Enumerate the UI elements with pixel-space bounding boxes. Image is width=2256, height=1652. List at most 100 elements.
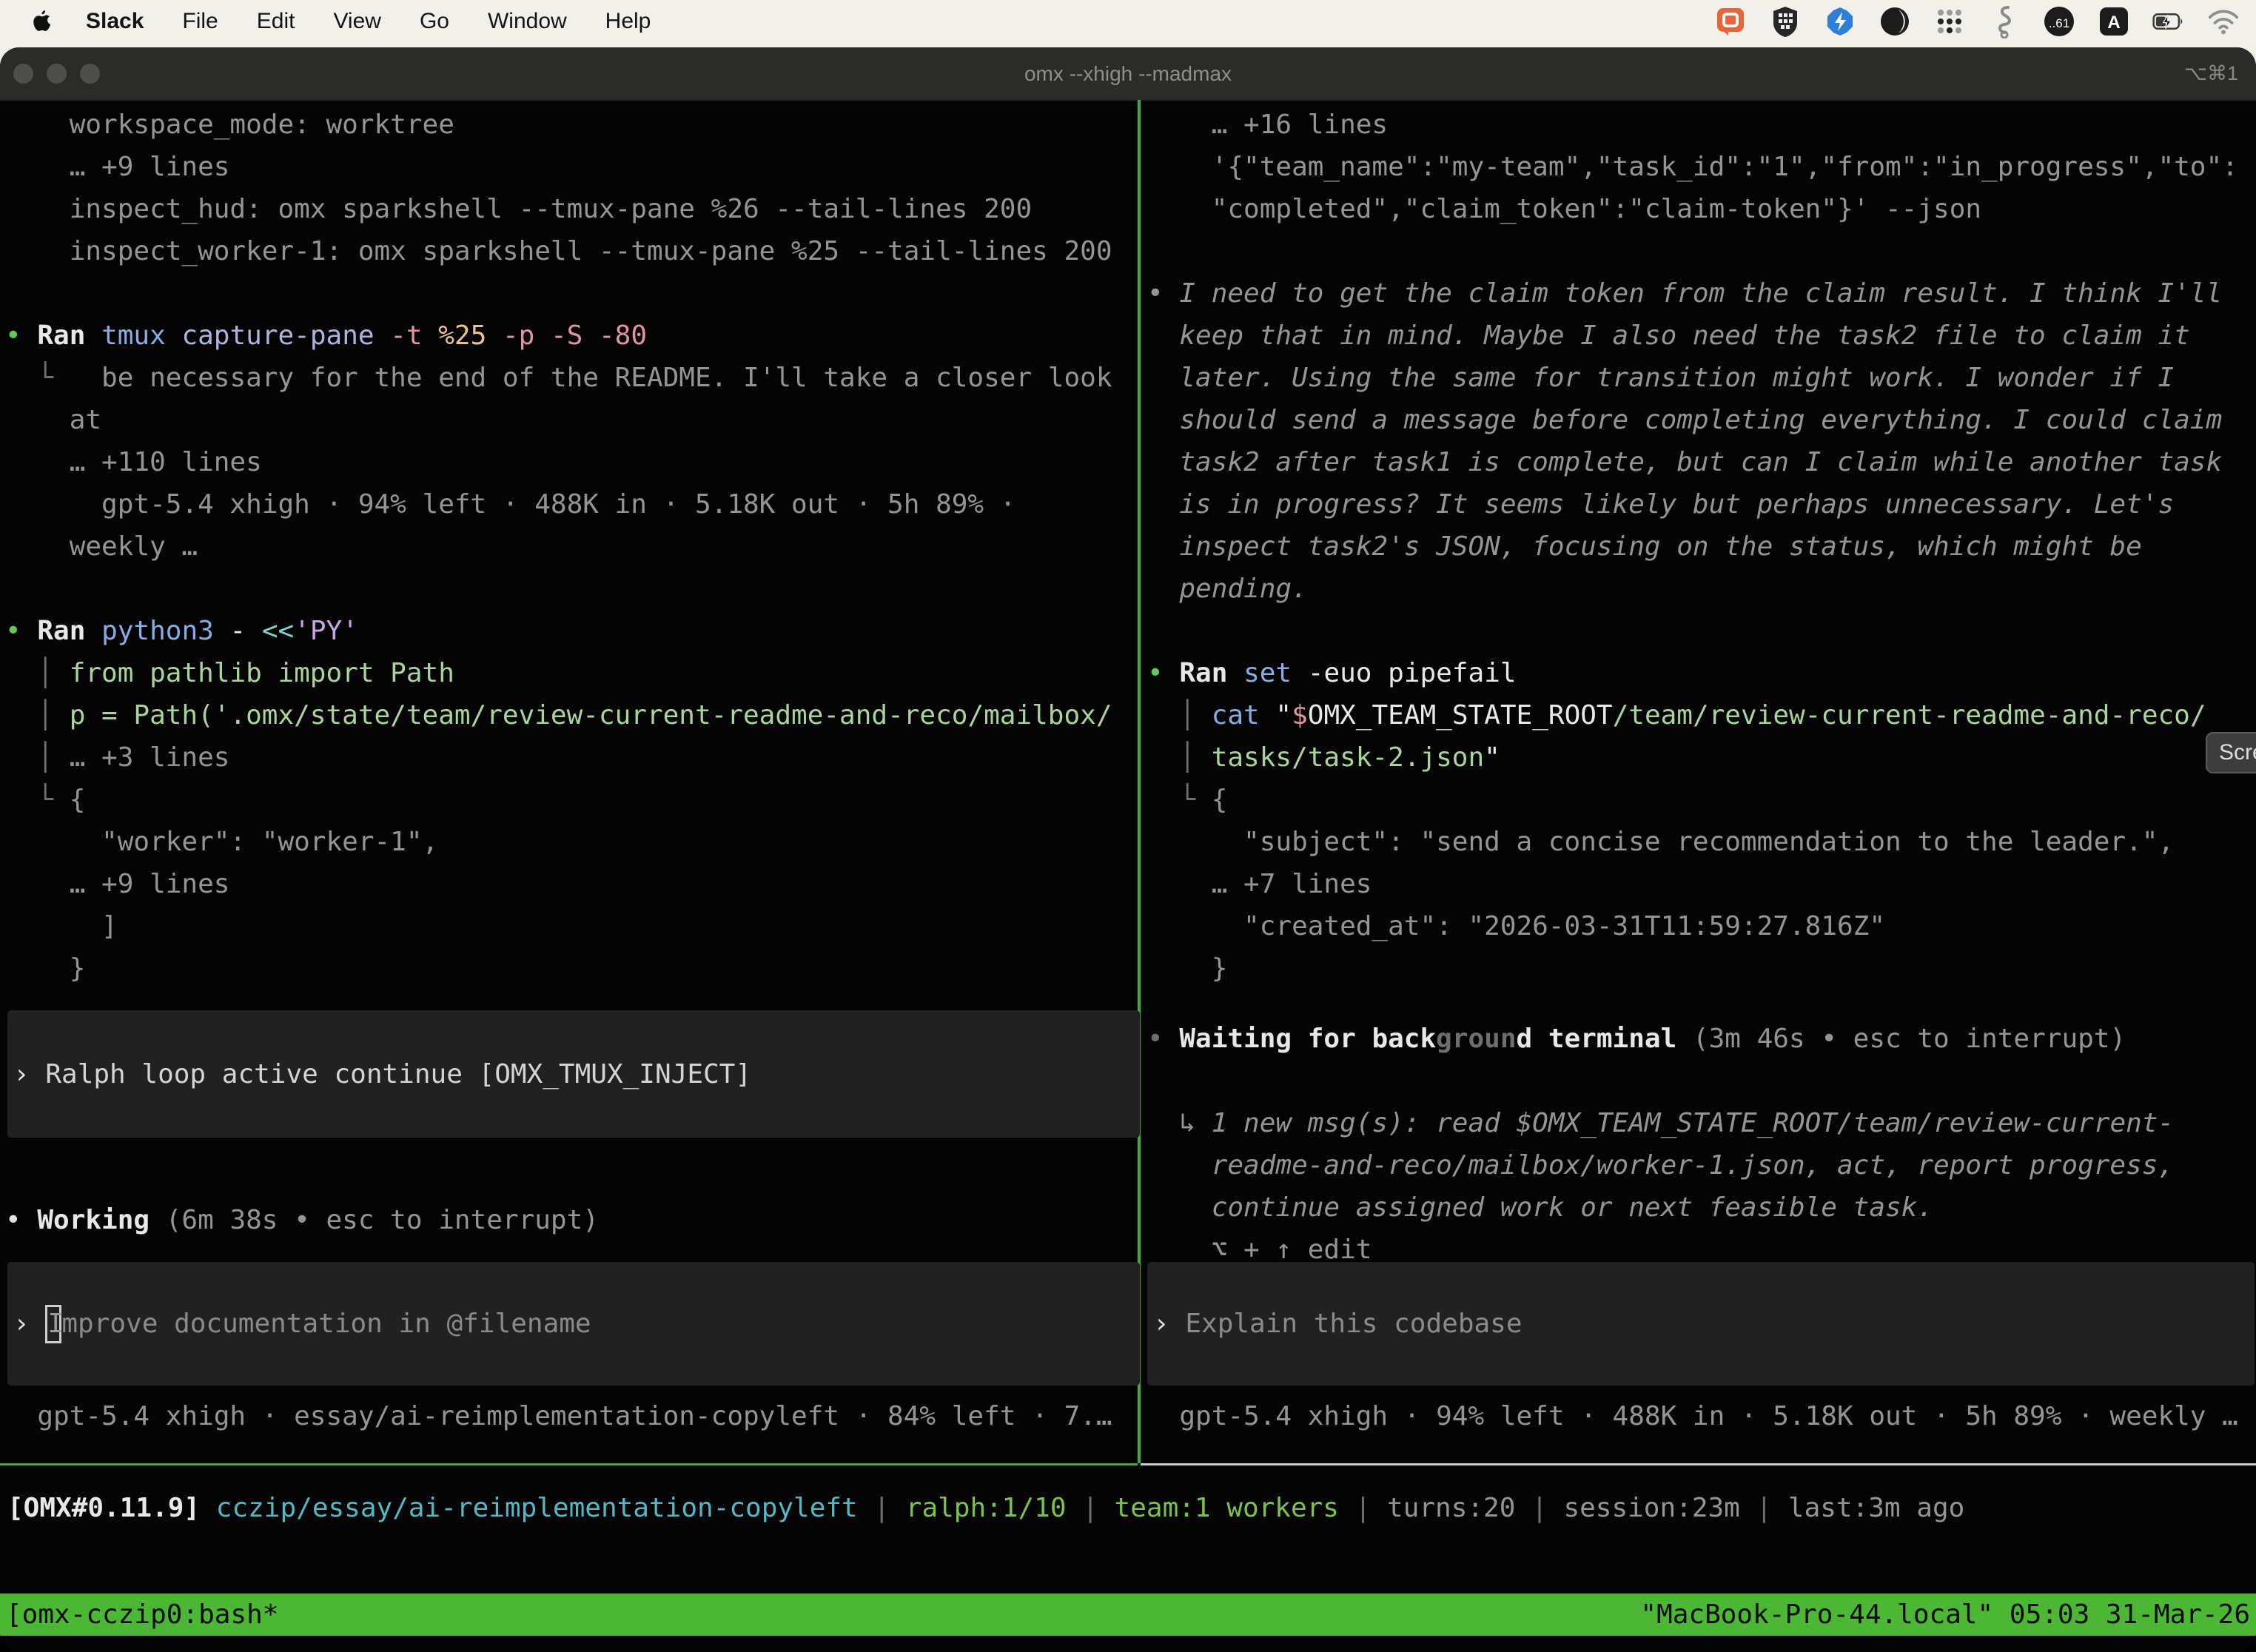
text-segment: • bbox=[5, 1205, 37, 1235]
text-segment: d terminal bbox=[1517, 1024, 1677, 1054]
text-segment: at bbox=[5, 405, 101, 435]
terminal-line: } bbox=[5, 947, 1132, 990]
terminal-line: inspect task2's JSON, focusing on the st… bbox=[1147, 526, 2252, 568]
text-segment: << bbox=[262, 616, 294, 646]
text-segment: last:3m ago bbox=[1788, 1493, 1964, 1523]
text-segment: pending. bbox=[1147, 574, 1308, 604]
text-segment: (6m 38s • esc to interrupt) bbox=[150, 1205, 599, 1235]
text-segment: gpt-5.4 xhigh · 94% left · 488K in · 5.1… bbox=[1147, 1401, 2238, 1431]
text-segment: Ran bbox=[37, 616, 85, 646]
text-segment: p = Path('.omx/state/team/review-current… bbox=[70, 700, 1112, 731]
screen-notification-popup[interactable]: Scre bbox=[2206, 732, 2256, 773]
text-segment: python3 bbox=[101, 616, 214, 646]
text-segment: cczip/essay/ai-reimplementation-copyleft bbox=[216, 1493, 858, 1523]
shield-grid-icon[interactable] bbox=[1769, 5, 1802, 38]
terminal-line: • Waiting for background terminal (3m 46… bbox=[1147, 1018, 2252, 1060]
menu-item-file[interactable]: File bbox=[182, 9, 218, 34]
terminal-line: '{"team_name":"my-team","task_id":"1","f… bbox=[1147, 146, 2252, 188]
text-segment: - bbox=[214, 616, 262, 646]
terminal-line: • Ran python3 - <<'PY' bbox=[5, 610, 1132, 652]
right-prompt-input[interactable]: › Explain this codebase bbox=[1147, 1262, 2255, 1386]
input-source-a-icon[interactable]: A bbox=[2098, 5, 2130, 38]
left-pane-scrollback: workspace_mode: worktree … +9 lines insp… bbox=[5, 104, 1132, 990]
text-segment: '{"team_name":"my-team","task_id":"1","f… bbox=[1147, 152, 2238, 182]
terminal-line bbox=[1147, 230, 2252, 272]
menu-item-go[interactable]: Go bbox=[420, 9, 449, 34]
apple-menu-icon[interactable] bbox=[31, 9, 52, 34]
text-segment: set bbox=[1243, 658, 1292, 688]
menu-item-view[interactable]: View bbox=[333, 9, 380, 34]
text-segment: $ bbox=[1292, 700, 1308, 731]
text-segment: OMX_TEAM_STATE_ROOT bbox=[1308, 700, 1613, 731]
terminal-line bbox=[5, 568, 1132, 610]
menu-item-window[interactable]: Window bbox=[488, 9, 567, 34]
text-segment: gpt-5.4 xhigh · 94% left · 488K in · 5.1… bbox=[5, 489, 1015, 520]
text-segment: | bbox=[858, 1493, 906, 1523]
text-segment: "created_at": "2026-03-31T11:59:27.816Z" bbox=[1147, 911, 1885, 941]
terminal-line: } bbox=[1147, 947, 2252, 990]
crescent-icon[interactable] bbox=[1879, 5, 1911, 38]
left-pane-status-line: gpt-5.4 xhigh · essay/ai-reimplementatio… bbox=[5, 1395, 1132, 1437]
terminal-line: weekly … bbox=[5, 526, 1132, 568]
terminal-line: "subject": "send a concise recommendatio… bbox=[1147, 821, 2252, 863]
text-segment: { bbox=[70, 785, 86, 815]
terminal-line: ] bbox=[5, 905, 1132, 947]
terminal-line: gpt-5.4 xhigh · 94% left · 488K in · 5.1… bbox=[5, 483, 1132, 526]
terminal-line: "worker": "worker-1", bbox=[5, 821, 1132, 863]
terminal-line: └ { bbox=[1147, 779, 2252, 821]
terminal-line: … +16 lines bbox=[1147, 104, 2252, 146]
text-segment: "subject": "send a concise recommendatio… bbox=[1147, 827, 2174, 857]
left-prompt-input[interactable]: › Improve documentation in @filename bbox=[7, 1262, 1140, 1386]
text-segment: • bbox=[1147, 658, 1179, 688]
text-segment: | bbox=[1515, 1493, 1563, 1523]
terminal-line: "created_at": "2026-03-31T11:59:27.816Z" bbox=[1147, 905, 2252, 947]
terminal-line bbox=[1147, 610, 2252, 652]
text-segment: • bbox=[1147, 278, 1179, 309]
text-segment: … +3 lines bbox=[70, 742, 230, 773]
text-segment: › bbox=[13, 1059, 45, 1089]
text-segment: ⌥ + ↑ edit bbox=[1147, 1235, 1372, 1265]
text-segment: is in progress? It seems likely but perh… bbox=[1147, 489, 2174, 520]
pane-divider[interactable] bbox=[1138, 100, 1141, 1463]
text-segment: inspect task2's JSON, focusing on the st… bbox=[1147, 531, 2142, 562]
text-segment: Ran bbox=[1179, 658, 1227, 688]
ralph-loop-message-box: › Ralph loop active continue [OMX_TMUX_I… bbox=[7, 1010, 1140, 1138]
text-segment: ] bbox=[5, 911, 118, 941]
terminal-line: • Ran tmux capture-pane -t %25 -p -S -80 bbox=[5, 315, 1132, 357]
menu-item-help[interactable]: Help bbox=[605, 9, 651, 34]
text-segment: └ bbox=[5, 363, 101, 393]
terminal-line: pending. bbox=[1147, 568, 2252, 610]
menu-app-name[interactable]: Slack bbox=[86, 9, 144, 34]
terminal-line: at bbox=[5, 399, 1132, 441]
squiggle-icon[interactable] bbox=[1988, 5, 2021, 38]
window-title-bar: omx --xhigh --madmax ⌥⌘1 bbox=[0, 47, 2256, 101]
blue-bolt-icon[interactable] bbox=[1824, 5, 1856, 38]
text-segment: • bbox=[5, 616, 37, 646]
terminal-line: later. Using the same for transition mig… bbox=[1147, 357, 2252, 399]
dots-grid-icon[interactable] bbox=[1933, 5, 1966, 38]
left-pane-bottom-border bbox=[0, 1463, 1138, 1465]
notification-app-icon[interactable] bbox=[1714, 5, 1747, 38]
text-segment: • bbox=[5, 320, 37, 351]
wifi-icon[interactable] bbox=[2207, 5, 2240, 38]
text-segment: tasks/task-2.json bbox=[1212, 742, 1484, 773]
text-segment bbox=[200, 1493, 216, 1523]
text-segment: … +7 lines bbox=[1147, 869, 1372, 899]
text-segment: │ bbox=[1147, 742, 1212, 773]
prompt-chevron: › bbox=[13, 1303, 45, 1345]
battery-icon[interactable] bbox=[2152, 5, 2185, 38]
terminal-line: └ { bbox=[5, 779, 1132, 821]
text-segment: be necessary for the end of the README. … bbox=[101, 363, 1112, 393]
text-segment: " bbox=[1260, 700, 1292, 731]
text-segment: continue assigned work or next feasible … bbox=[1147, 1192, 1933, 1223]
tmux-status-bar[interactable]: [omx-cczip0:bash* "MacBook-Pro-44.local"… bbox=[0, 1594, 2256, 1636]
terminal-line: • Working (6m 38s • esc to interrupt) bbox=[5, 1199, 1132, 1241]
badge-61-icon[interactable]: ..61 bbox=[2043, 5, 2075, 38]
text-segment bbox=[85, 320, 101, 351]
text-segment: " bbox=[1484, 742, 1500, 773]
menu-item-edit[interactable]: Edit bbox=[257, 9, 295, 34]
menu-bar-status-icons: ..61 A bbox=[1714, 0, 2240, 43]
text-segment: … +110 lines bbox=[5, 447, 262, 477]
terminal-line: is in progress? It seems likely but perh… bbox=[1147, 483, 2252, 526]
text-segment: ↳ bbox=[1147, 1108, 1212, 1138]
